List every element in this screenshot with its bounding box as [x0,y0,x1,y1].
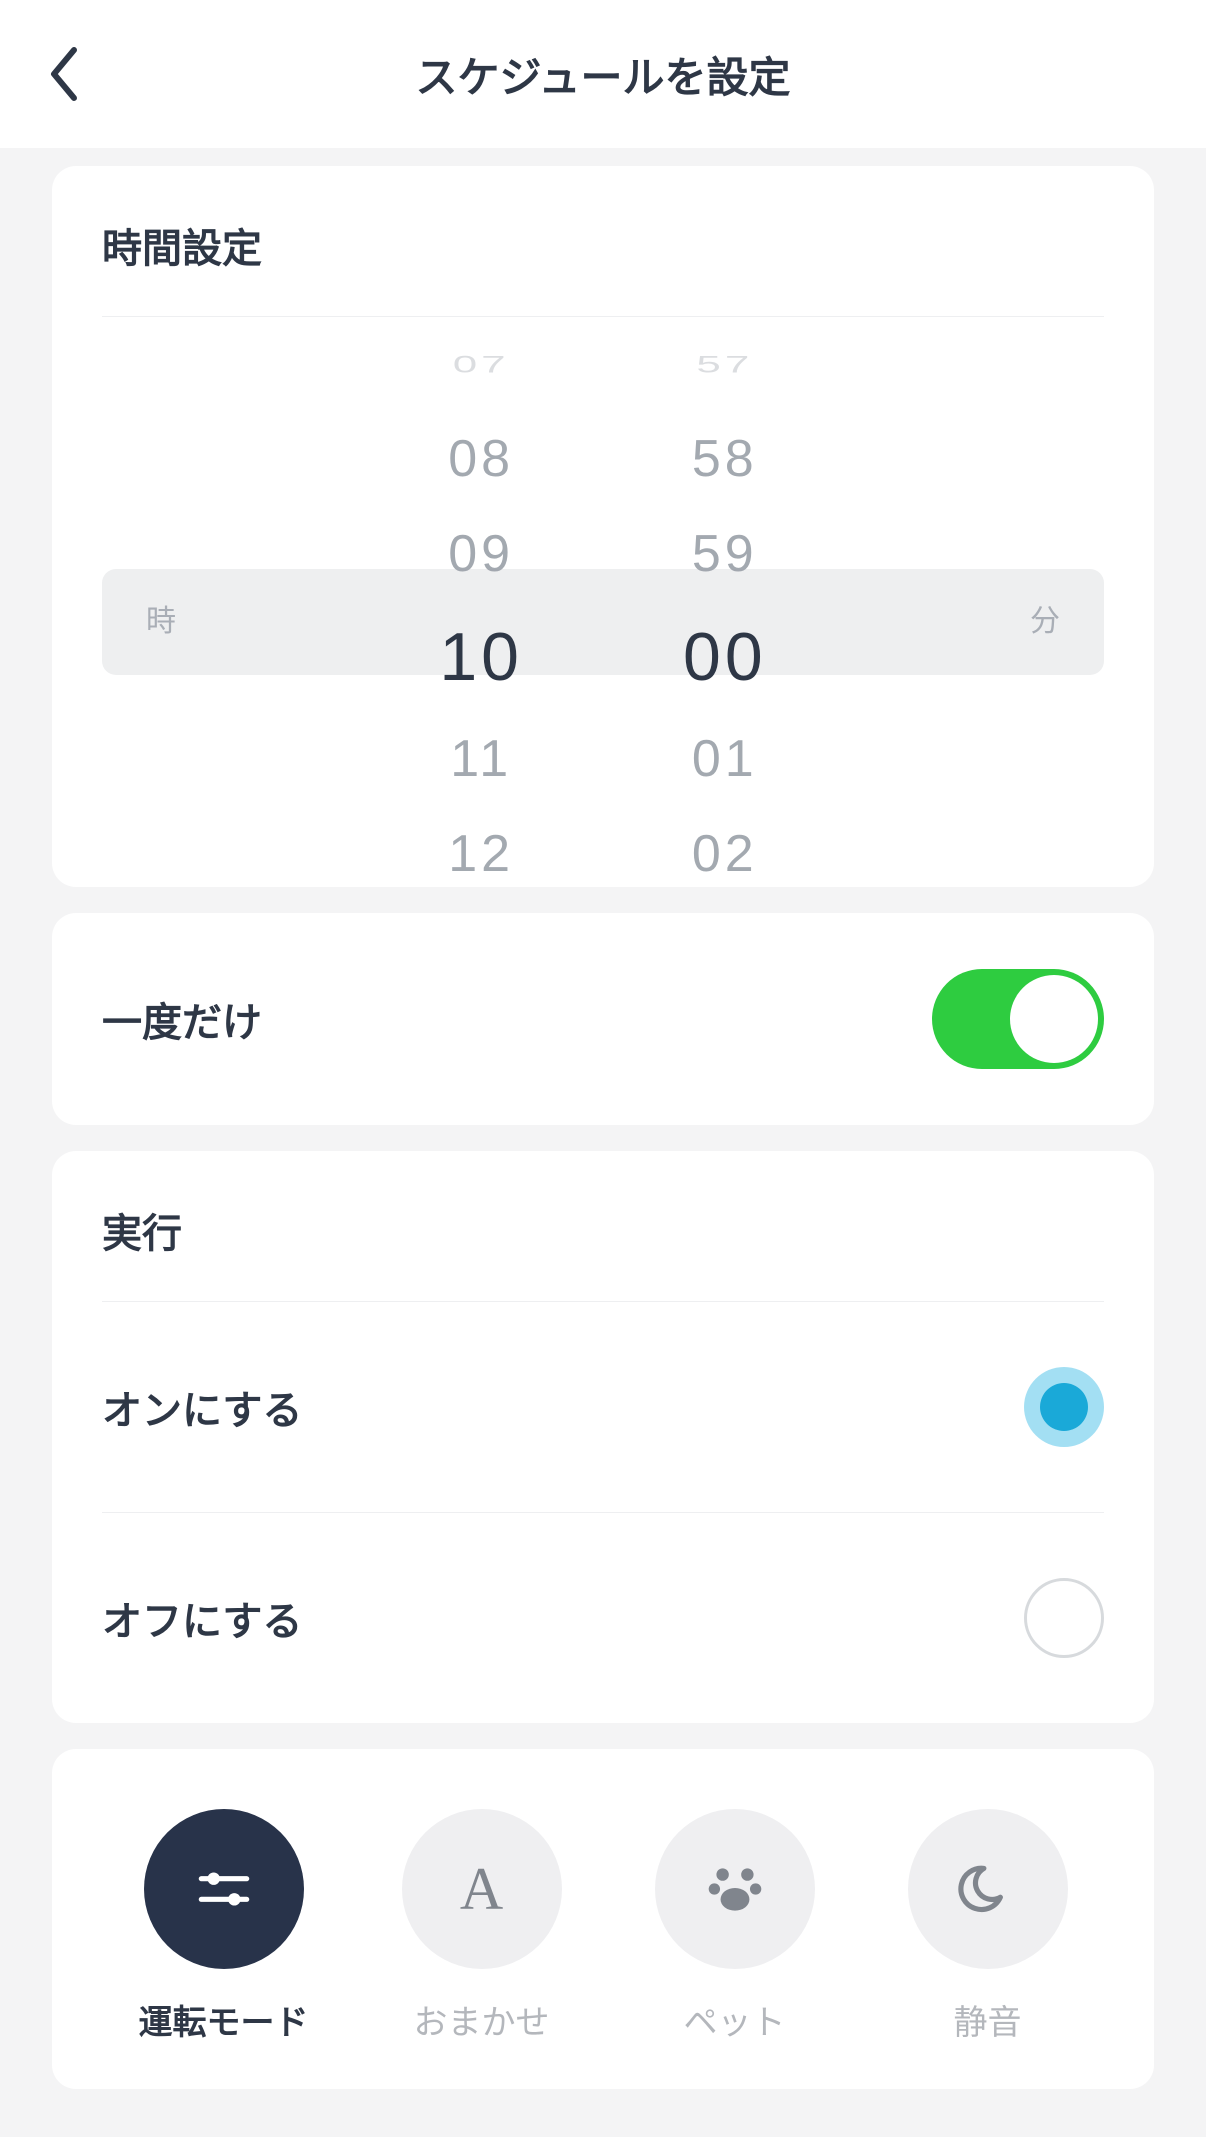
sliders-icon [144,1809,304,1969]
mode-row: 運転モード A おまかせ ペット [92,1809,1114,2044]
hour-option: 07 [453,338,510,390]
minute-option: 59 [692,507,758,602]
mode-label: おまかせ [414,1995,550,2044]
turn-off-radio[interactable] [1024,1578,1104,1658]
back-icon[interactable] [44,44,80,104]
turn-off-label: オフにする [102,1589,302,1647]
mode-pet[interactable]: ペット [655,1809,815,2044]
time-picker[interactable]: 時 分 07 08 09 10 11 12 13 57 58 59 00 01 [102,317,1104,887]
paw-icon [655,1809,815,1969]
hour-column[interactable]: 07 08 09 10 11 12 13 [439,317,523,887]
toggle-knob [1010,975,1098,1063]
mode-card: 運転モード A おまかせ ペット [52,1749,1154,2089]
mode-driving[interactable]: 運転モード [139,1809,309,2044]
once-only-row: 一度だけ [102,913,1104,1125]
turn-on-row[interactable]: オンにする [102,1302,1104,1512]
page-title: スケジュールを設定 [36,44,1170,105]
header: スケジュールを設定 [0,0,1206,148]
minute-option: 01 [692,712,758,807]
letter-a-icon: A [402,1809,562,1969]
execution-title: 実行 [102,1151,1104,1301]
hour-option: 11 [450,712,512,807]
execution-card: 実行 オンにする オフにする [52,1151,1154,1723]
hour-option: 08 [448,412,514,507]
once-only-label: 一度だけ [102,990,262,1048]
minute-column[interactable]: 57 58 59 00 01 02 03 [683,317,767,887]
time-setting-title: 時間設定 [102,166,1104,316]
turn-on-label: オンにする [102,1378,302,1436]
radio-dot [1040,1383,1088,1431]
minute-option: 57 [696,338,753,390]
hour-selected: 10 [439,602,523,712]
once-only-card: 一度だけ [52,913,1154,1125]
mode-label: ペット [684,1995,786,2044]
hour-option: 12 [448,807,514,887]
minute-selected: 00 [683,602,767,712]
mode-label: 静音 [954,1995,1022,2044]
turn-off-row[interactable]: オフにする [102,1513,1104,1723]
mode-auto[interactable]: A おまかせ [402,1809,562,2044]
moon-icon [908,1809,1068,1969]
once-only-toggle[interactable] [932,969,1104,1069]
hour-option: 09 [448,507,514,602]
content: 時間設定 時 分 07 08 09 10 11 12 13 57 58 [0,148,1206,2089]
mode-quiet[interactable]: 静音 [908,1809,1068,2044]
turn-on-radio[interactable] [1024,1367,1104,1447]
minute-option: 02 [692,807,758,887]
minute-option: 58 [692,412,758,507]
time-setting-card: 時間設定 時 分 07 08 09 10 11 12 13 57 58 [52,166,1154,887]
mode-label: 運転モード [139,1995,309,2044]
